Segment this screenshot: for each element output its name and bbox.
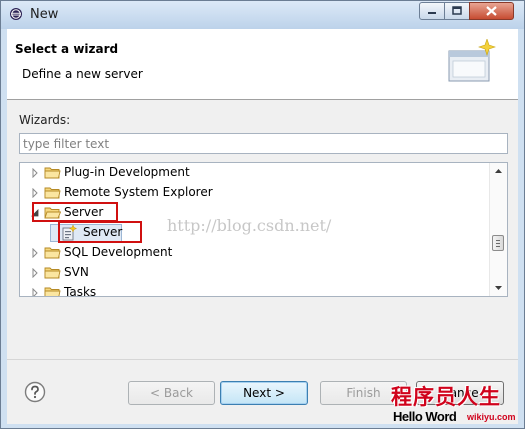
- window-title: New: [30, 7, 59, 22]
- expand-arrow-icon[interactable]: [30, 168, 40, 178]
- expand-arrow-icon[interactable]: [30, 288, 40, 297]
- eclipse-icon: [10, 8, 22, 20]
- server-wizard-icon: [62, 225, 77, 241]
- tree-item-svn[interactable]: SVN: [20, 263, 490, 283]
- scroll-thumb[interactable]: [492, 235, 504, 251]
- wizards-label: Wizards:: [19, 113, 71, 127]
- tree-item-label: SVN: [64, 265, 89, 279]
- new-wizard-window: New Select a wizard Define a new server …: [0, 0, 525, 429]
- folder-icon: [44, 267, 61, 279]
- tree-item-label: Server: [83, 225, 123, 239]
- tree-item-label: Plug-in Development: [64, 165, 190, 179]
- collapse-arrow-icon[interactable]: [30, 208, 40, 218]
- tree-item-remote-system-explorer[interactable]: Remote System Explorer: [20, 183, 490, 203]
- maximize-button[interactable]: [444, 2, 470, 20]
- new-wizard-banner-icon: [448, 39, 496, 82]
- wizard-tree[interactable]: Plug-in Development Remote System Explor…: [19, 162, 508, 297]
- expand-arrow-icon[interactable]: [30, 248, 40, 258]
- scroll-down-icon[interactable]: [490, 279, 507, 296]
- expand-arrow-icon[interactable]: [30, 268, 40, 278]
- brand-url-text: wikiyu.com: [467, 412, 516, 422]
- filter-input[interactable]: [19, 133, 508, 154]
- wizard-header: Select a wizard Define a new server: [7, 29, 518, 100]
- tree-item-sql-development[interactable]: SQL Development: [20, 243, 490, 263]
- brand-chinese-text: 程序员人生: [391, 385, 501, 409]
- scroll-up-icon[interactable]: [490, 163, 507, 180]
- site-watermark-logo: 程序员人生 Hello Word wikiyu.com: [387, 381, 518, 424]
- tree-item-tasks[interactable]: Tasks: [20, 283, 490, 297]
- close-button[interactable]: [469, 2, 514, 20]
- brand-english-text: Hello Word: [393, 409, 457, 424]
- tree-item-label: SQL Development: [64, 245, 173, 259]
- open-folder-icon: [44, 207, 61, 219]
- help-icon[interactable]: [24, 381, 46, 403]
- folder-icon: [44, 247, 61, 259]
- expand-arrow-icon[interactable]: [30, 188, 40, 198]
- tree-item-label: Remote System Explorer: [64, 185, 213, 199]
- next-button[interactable]: Next >: [220, 381, 308, 405]
- folder-icon: [44, 167, 61, 179]
- header-title: Select a wizard: [15, 42, 119, 56]
- title-bar[interactable]: New: [1, 1, 524, 29]
- back-button[interactable]: < Back: [128, 381, 215, 405]
- close-icon: [486, 6, 497, 16]
- maximize-icon: [452, 6, 462, 15]
- folder-icon: [44, 187, 61, 199]
- minimize-icon: [428, 12, 436, 14]
- tree-item-plug-in-development[interactable]: Plug-in Development: [20, 163, 490, 183]
- header-description: Define a new server: [22, 67, 143, 81]
- tree-item-label: Tasks: [64, 285, 97, 297]
- folder-icon: [44, 287, 61, 296]
- dialog-client-area: Select a wizard Define a new server Wiza…: [7, 29, 518, 424]
- watermark-url: http://blog.csdn.net/: [167, 216, 332, 235]
- tree-item-label: Server: [64, 205, 104, 219]
- footer-divider: [7, 359, 518, 360]
- minimize-button[interactable]: [419, 2, 445, 20]
- tree-scrollbar[interactable]: [489, 163, 507, 296]
